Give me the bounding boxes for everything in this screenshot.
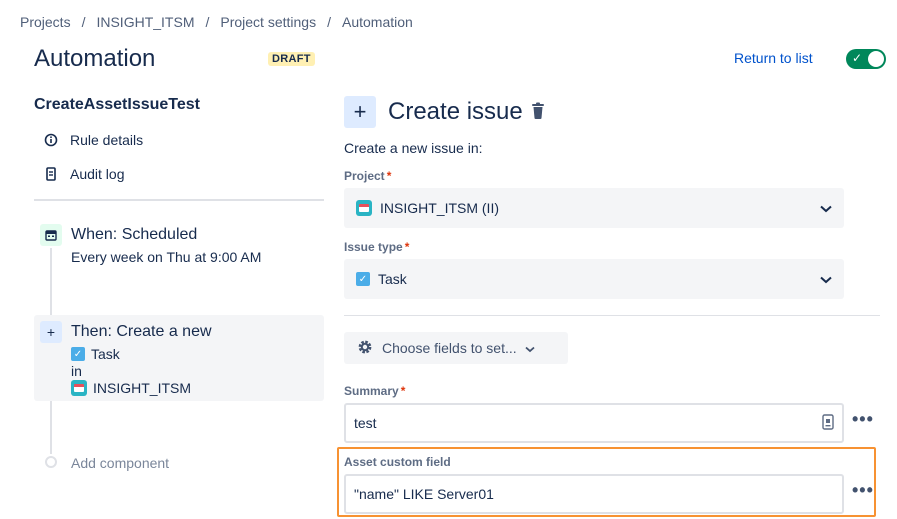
task-icon: ✓ [356, 272, 370, 286]
task-icon: ✓ [71, 347, 85, 361]
action-in-text: in [71, 363, 82, 379]
action-project-label: INSIGHT_ITSM [93, 380, 192, 396]
highlight-box [337, 447, 876, 517]
breadcrumb-automation[interactable]: Automation [342, 14, 413, 30]
chevron-down-icon [525, 340, 535, 356]
section-divider [344, 315, 880, 316]
sidebar-divider [34, 199, 324, 201]
action-issue-type-label: Task [91, 346, 120, 362]
issue-type-select-value: Task [378, 271, 407, 287]
summary-field-label: Summary * [344, 384, 406, 398]
return-to-list-link[interactable]: Return to list [734, 50, 813, 66]
chevron-down-icon [820, 271, 832, 287]
create-issue-subtitle: Create a new issue in: [344, 140, 483, 156]
required-mark: * [400, 384, 406, 398]
info-icon [44, 133, 58, 147]
summary-input[interactable]: test [344, 403, 844, 443]
smart-value-icon[interactable] [822, 413, 834, 433]
choose-fields-button[interactable]: Choose fields to set... [344, 332, 568, 364]
action-issue-type: ✓ Task [71, 346, 120, 362]
document-icon [44, 167, 58, 181]
sidebar-item-rule-details[interactable]: Rule details [44, 132, 143, 148]
project-icon [356, 200, 372, 216]
more-options-icon[interactable]: ••• [852, 409, 874, 430]
issue-type-field-label: Issue type * [344, 240, 410, 254]
action-title: Then: Create a new [71, 323, 212, 340]
breadcrumb-separator: / [81, 14, 86, 30]
calendar-icon [40, 224, 62, 246]
add-component-button[interactable]: Add component [71, 455, 169, 471]
project-icon [71, 380, 87, 396]
plus-icon: + [40, 321, 62, 343]
trigger-subtitle: Every week on Thu at 9:00 AM [71, 249, 262, 265]
breadcrumb-projects[interactable]: Projects [20, 14, 71, 30]
sidebar-item-audit-log[interactable]: Audit log [44, 166, 124, 182]
action-project: INSIGHT_ITSM [71, 380, 191, 396]
sidebar-item-label: Rule details [70, 132, 144, 148]
rule-enabled-toggle[interactable]: ✓ [846, 49, 886, 69]
add-component-dot [45, 456, 57, 468]
breadcrumb: Projects / INSIGHT_ITSM / Project settin… [20, 14, 413, 30]
project-field-label: Project * [344, 169, 392, 183]
breadcrumb-project[interactable]: INSIGHT_ITSM [96, 14, 194, 30]
choose-fields-label: Choose fields to set... [382, 340, 517, 356]
project-select[interactable]: INSIGHT_ITSM (II) [344, 188, 844, 228]
required-mark: * [404, 240, 410, 254]
plus-icon: + [344, 96, 376, 128]
check-icon: ✓ [852, 51, 863, 65]
trigger-title[interactable]: When: Scheduled [71, 226, 197, 244]
component-title: Create issue [388, 98, 523, 125]
required-mark: * [386, 169, 392, 183]
issue-type-select[interactable]: ✓ Task [344, 259, 844, 299]
sidebar-item-label: Audit log [70, 166, 125, 182]
breadcrumb-project-settings[interactable]: Project settings [220, 14, 316, 30]
breadcrumb-separator: / [205, 14, 210, 30]
page-title: Automation [34, 45, 156, 72]
toggle-knob [868, 51, 884, 67]
project-select-value: INSIGHT_ITSM (II) [380, 200, 499, 216]
trash-icon[interactable] [530, 102, 546, 120]
chevron-down-icon [820, 200, 832, 216]
rule-name: CreateAssetIssueTest [34, 96, 201, 113]
gear-icon [356, 338, 374, 359]
summary-input-value: test [354, 415, 377, 431]
breadcrumb-separator: / [327, 14, 331, 30]
draft-badge: DRAFT [268, 52, 315, 66]
